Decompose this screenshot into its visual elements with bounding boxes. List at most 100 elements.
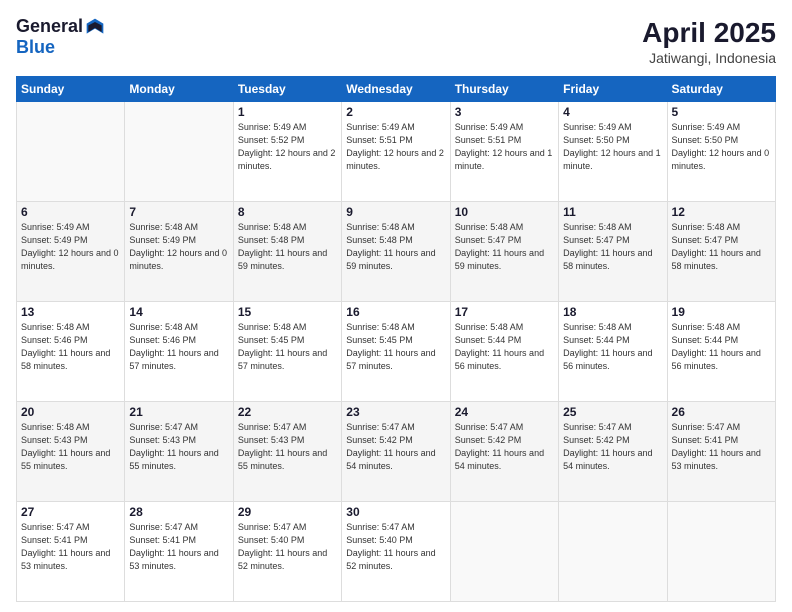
day-info: Sunrise: 5:48 AM Sunset: 5:44 PM Dayligh… — [563, 321, 662, 373]
day-info: Sunrise: 5:47 AM Sunset: 5:40 PM Dayligh… — [346, 521, 445, 573]
table-row — [559, 501, 667, 601]
table-row: 25 Sunrise: 5:47 AM Sunset: 5:42 PM Dayli… — [559, 401, 667, 501]
col-monday: Monday — [125, 76, 233, 101]
day-info: Sunrise: 5:47 AM Sunset: 5:42 PM Dayligh… — [455, 421, 554, 473]
day-info: Sunrise: 5:48 AM Sunset: 5:48 PM Dayligh… — [346, 221, 445, 273]
page: General Blue April 2025 Jatiwangi, Indon… — [0, 0, 792, 612]
calendar-title: April 2025 — [642, 16, 776, 50]
header: General Blue April 2025 Jatiwangi, Indon… — [16, 16, 776, 66]
day-number: 27 — [21, 505, 120, 519]
col-tuesday: Tuesday — [233, 76, 341, 101]
day-info: Sunrise: 5:48 AM Sunset: 5:47 PM Dayligh… — [672, 221, 771, 273]
day-number: 20 — [21, 405, 120, 419]
table-row: 15 Sunrise: 5:48 AM Sunset: 5:45 PM Dayli… — [233, 301, 341, 401]
day-number: 24 — [455, 405, 554, 419]
table-row: 21 Sunrise: 5:47 AM Sunset: 5:43 PM Dayli… — [125, 401, 233, 501]
day-number: 29 — [238, 505, 337, 519]
col-sunday: Sunday — [17, 76, 125, 101]
day-number: 18 — [563, 305, 662, 319]
day-number: 14 — [129, 305, 228, 319]
day-info: Sunrise: 5:48 AM Sunset: 5:44 PM Dayligh… — [455, 321, 554, 373]
day-info: Sunrise: 5:47 AM Sunset: 5:43 PM Dayligh… — [129, 421, 228, 473]
table-row: 19Sunrise: 5:48 AM Sunset: 5:44 PM Dayli… — [667, 301, 775, 401]
table-row: 6Sunrise: 5:49 AM Sunset: 5:49 PM Daylig… — [17, 201, 125, 301]
col-friday: Friday — [559, 76, 667, 101]
table-row: 4Sunrise: 5:49 AM Sunset: 5:50 PM Daylig… — [559, 101, 667, 201]
table-row: 1Sunrise: 5:49 AM Sunset: 5:52 PM Daylig… — [233, 101, 341, 201]
calendar-header-row: Sunday Monday Tuesday Wednesday Thursday… — [17, 76, 776, 101]
day-number: 5 — [672, 105, 771, 119]
day-info: Sunrise: 5:47 AM Sunset: 5:42 PM Dayligh… — [346, 421, 445, 473]
day-info: Sunrise: 5:48 AM Sunset: 5:46 PM Dayligh… — [21, 321, 120, 373]
day-info: Sunrise: 5:47 AM Sunset: 5:41 PM Dayligh… — [129, 521, 228, 573]
day-info: Sunrise: 5:48 AM Sunset: 5:45 PM Dayligh… — [238, 321, 337, 373]
table-row: 11Sunrise: 5:48 AM Sunset: 5:47 PM Dayli… — [559, 201, 667, 301]
day-number: 15 — [238, 305, 337, 319]
table-row: 8Sunrise: 5:48 AM Sunset: 5:48 PM Daylig… — [233, 201, 341, 301]
day-number: 10 — [455, 205, 554, 219]
table-row: 5Sunrise: 5:49 AM Sunset: 5:50 PM Daylig… — [667, 101, 775, 201]
day-info: Sunrise: 5:48 AM Sunset: 5:48 PM Dayligh… — [238, 221, 337, 273]
table-row: 2 Sunrise: 5:49 AM Sunset: 5:51 PM Daylig… — [342, 101, 450, 201]
day-number: 25 — [563, 405, 662, 419]
table-row: 18 Sunrise: 5:48 AM Sunset: 5:44 PM Dayli… — [559, 301, 667, 401]
table-row: 10 Sunrise: 5:48 AM Sunset: 5:47 PM Dayli… — [450, 201, 558, 301]
day-number: 1 — [238, 105, 337, 119]
logo-blue-text: Blue — [16, 37, 55, 57]
day-info: Sunrise: 5:49 AM Sunset: 5:51 PM Dayligh… — [455, 121, 554, 173]
calendar-week-5: 27 Sunrise: 5:47 AM Sunset: 5:41 PM Dayli… — [17, 501, 776, 601]
col-wednesday: Wednesday — [342, 76, 450, 101]
col-thursday: Thursday — [450, 76, 558, 101]
table-row: 13Sunrise: 5:48 AM Sunset: 5:46 PM Dayli… — [17, 301, 125, 401]
logo-general: General — [16, 16, 83, 37]
day-number: 21 — [129, 405, 228, 419]
table-row: 7 Sunrise: 5:48 AM Sunset: 5:49 PM Daylig… — [125, 201, 233, 301]
table-row — [17, 101, 125, 201]
day-info: Sunrise: 5:47 AM Sunset: 5:41 PM Dayligh… — [21, 521, 120, 573]
day-info: Sunrise: 5:47 AM Sunset: 5:40 PM Dayligh… — [238, 521, 337, 573]
day-number: 28 — [129, 505, 228, 519]
day-info: Sunrise: 5:48 AM Sunset: 5:43 PM Dayligh… — [21, 421, 120, 473]
day-info: Sunrise: 5:47 AM Sunset: 5:42 PM Dayligh… — [563, 421, 662, 473]
day-number: 12 — [672, 205, 771, 219]
table-row: 27 Sunrise: 5:47 AM Sunset: 5:41 PM Dayli… — [17, 501, 125, 601]
day-number: 30 — [346, 505, 445, 519]
day-info: Sunrise: 5:48 AM Sunset: 5:46 PM Dayligh… — [129, 321, 228, 373]
calendar-table: Sunday Monday Tuesday Wednesday Thursday… — [16, 76, 776, 602]
day-number: 3 — [455, 105, 554, 119]
table-row — [450, 501, 558, 601]
table-row: 30 Sunrise: 5:47 AM Sunset: 5:40 PM Dayli… — [342, 501, 450, 601]
day-number: 23 — [346, 405, 445, 419]
table-row: 26Sunrise: 5:47 AM Sunset: 5:41 PM Dayli… — [667, 401, 775, 501]
calendar-week-4: 20 Sunrise: 5:48 AM Sunset: 5:43 PM Dayli… — [17, 401, 776, 501]
table-row: 3 Sunrise: 5:49 AM Sunset: 5:51 PM Daylig… — [450, 101, 558, 201]
calendar-week-2: 6Sunrise: 5:49 AM Sunset: 5:49 PM Daylig… — [17, 201, 776, 301]
logo-icon — [85, 17, 105, 37]
table-row: 28 Sunrise: 5:47 AM Sunset: 5:41 PM Dayli… — [125, 501, 233, 601]
calendar-week-1: 1Sunrise: 5:49 AM Sunset: 5:52 PM Daylig… — [17, 101, 776, 201]
calendar-week-3: 13Sunrise: 5:48 AM Sunset: 5:46 PM Dayli… — [17, 301, 776, 401]
calendar-subtitle: Jatiwangi, Indonesia — [642, 50, 776, 66]
table-row: 24 Sunrise: 5:47 AM Sunset: 5:42 PM Dayli… — [450, 401, 558, 501]
day-info: Sunrise: 5:49 AM Sunset: 5:49 PM Dayligh… — [21, 221, 120, 273]
day-info: Sunrise: 5:49 AM Sunset: 5:51 PM Dayligh… — [346, 121, 445, 173]
day-info: Sunrise: 5:48 AM Sunset: 5:49 PM Dayligh… — [129, 221, 228, 273]
col-saturday: Saturday — [667, 76, 775, 101]
day-info: Sunrise: 5:48 AM Sunset: 5:45 PM Dayligh… — [346, 321, 445, 373]
day-info: Sunrise: 5:49 AM Sunset: 5:50 PM Dayligh… — [563, 121, 662, 173]
day-number: 19 — [672, 305, 771, 319]
logo-bottom: Blue — [16, 37, 55, 58]
table-row: 12 Sunrise: 5:48 AM Sunset: 5:47 PM Dayli… — [667, 201, 775, 301]
table-row: 20 Sunrise: 5:48 AM Sunset: 5:43 PM Dayli… — [17, 401, 125, 501]
day-number: 9 — [346, 205, 445, 219]
day-info: Sunrise: 5:48 AM Sunset: 5:47 PM Dayligh… — [455, 221, 554, 273]
day-info: Sunrise: 5:47 AM Sunset: 5:43 PM Dayligh… — [238, 421, 337, 473]
table-row: 22Sunrise: 5:47 AM Sunset: 5:43 PM Dayli… — [233, 401, 341, 501]
table-row: 14 Sunrise: 5:48 AM Sunset: 5:46 PM Dayli… — [125, 301, 233, 401]
day-number: 7 — [129, 205, 228, 219]
table-row: 16 Sunrise: 5:48 AM Sunset: 5:45 PM Dayli… — [342, 301, 450, 401]
day-number: 2 — [346, 105, 445, 119]
logo-text: General — [16, 16, 105, 37]
day-number: 16 — [346, 305, 445, 319]
table-row — [125, 101, 233, 201]
